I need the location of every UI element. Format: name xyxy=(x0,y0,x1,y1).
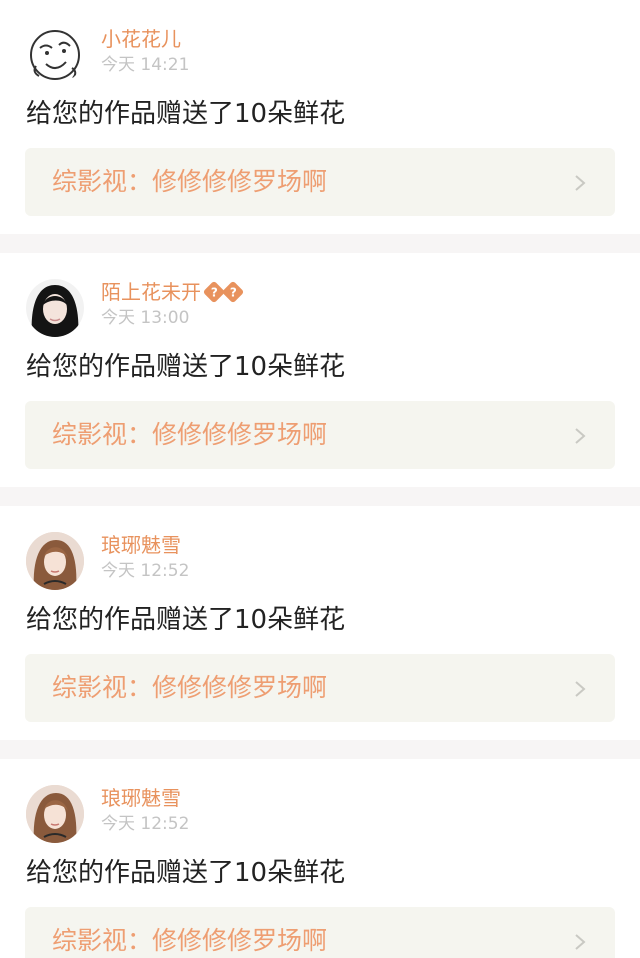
work-title[interactable]: 综影视： 修修修修罗场啊 xyxy=(52,670,327,706)
notification-header: 琅琊魅雪 今天 12:52 xyxy=(26,785,189,845)
work-link[interactable]: 综影视： 修修修修罗场啊 xyxy=(25,401,615,469)
diamond-badge-icon: ? xyxy=(221,280,245,304)
user-meta: 陌上花未开 ? ? 今天 13:00 xyxy=(101,279,245,329)
work-prefix: 综影视： xyxy=(52,420,153,449)
gift-message: 给您的作品赠送了10朵鲜花 xyxy=(26,605,346,635)
notification-card: 琅琊魅雪 今天 12:52 给您的作品赠送了10朵鲜花 综影视： 修修修修罗场啊 xyxy=(0,759,640,958)
work-prefix: 综影视： xyxy=(52,926,153,955)
username-row[interactable]: 小花花儿 xyxy=(101,26,189,52)
username-row[interactable]: 陌上花未开 ? ? xyxy=(101,279,245,305)
username-row[interactable]: 琅琊魅雪 xyxy=(101,785,189,811)
avatar[interactable] xyxy=(26,26,84,84)
user-meta: 琅琊魅雪 今天 12:52 xyxy=(101,785,189,835)
timestamp: 今天 12:52 xyxy=(101,814,190,834)
notification-card: 陌上花未开 ? ? 今天 13:00 给您的作品赠送了10朵鲜花 综影视： 修修… xyxy=(0,253,640,487)
work-prefix: 综影视： xyxy=(52,167,153,196)
user-meta: 小花花儿 今天 14:21 xyxy=(101,26,189,76)
username[interactable]: 陌上花未开 xyxy=(101,279,201,305)
warm-portrait-icon xyxy=(26,532,84,590)
chevron-right-icon xyxy=(575,934,586,950)
username-row[interactable]: 琅琊魅雪 xyxy=(101,532,189,558)
avatar[interactable] xyxy=(26,279,84,337)
work-name: 修修修修罗场啊 xyxy=(152,167,328,196)
avatar[interactable] xyxy=(26,532,84,590)
notification-header: 陌上花未开 ? ? 今天 13:00 xyxy=(26,279,245,339)
username[interactable]: 琅琊魅雪 xyxy=(101,532,181,558)
gift-message: 给您的作品赠送了10朵鲜花 xyxy=(26,352,346,382)
gift-message: 给您的作品赠送了10朵鲜花 xyxy=(26,858,346,888)
work-name: 修修修修罗场啊 xyxy=(152,673,328,702)
gift-message: 给您的作品赠送了10朵鲜花 xyxy=(26,99,346,129)
work-link[interactable]: 综影视： 修修修修罗场啊 xyxy=(25,907,615,958)
work-name: 修修修修罗场啊 xyxy=(152,420,328,449)
warm-portrait-icon xyxy=(26,785,84,843)
separator xyxy=(0,234,640,253)
user-badges: ? ? xyxy=(202,280,245,304)
separator xyxy=(0,487,640,506)
work-title[interactable]: 综影视： 修修修修罗场啊 xyxy=(52,164,327,200)
work-title[interactable]: 综影视： 修修修修罗场啊 xyxy=(52,417,327,453)
timestamp: 今天 14:21 xyxy=(101,55,190,75)
user-meta: 琅琊魅雪 今天 12:52 xyxy=(101,532,189,582)
chevron-right-icon xyxy=(575,681,586,697)
chevron-right-icon xyxy=(575,175,586,191)
timestamp: 今天 12:52 xyxy=(101,561,190,581)
sketch-face-icon xyxy=(30,30,80,80)
chevron-right-icon xyxy=(575,428,586,444)
notification-header: 琅琊魅雪 今天 12:52 xyxy=(26,532,189,592)
work-link[interactable]: 综影视： 修修修修罗场啊 xyxy=(25,148,615,216)
separator xyxy=(0,740,640,759)
username[interactable]: 小花花儿 xyxy=(101,26,181,52)
notification-card: 小花花儿 今天 14:21 给您的作品赠送了10朵鲜花 综影视： 修修修修罗场啊 xyxy=(0,0,640,234)
dark-hair-portrait-icon xyxy=(26,279,84,337)
username[interactable]: 琅琊魅雪 xyxy=(101,785,181,811)
work-link[interactable]: 综影视： 修修修修罗场啊 xyxy=(25,654,615,722)
work-title[interactable]: 综影视： 修修修修罗场啊 xyxy=(52,923,327,958)
notification-header: 小花花儿 今天 14:21 xyxy=(26,26,189,86)
avatar[interactable] xyxy=(26,785,84,843)
work-prefix: 综影视： xyxy=(52,673,153,702)
timestamp: 今天 13:00 xyxy=(101,308,190,328)
work-name: 修修修修罗场啊 xyxy=(152,926,328,955)
notification-card: 琅琊魅雪 今天 12:52 给您的作品赠送了10朵鲜花 综影视： 修修修修罗场啊 xyxy=(0,506,640,740)
gift-notification-feed[interactable]: 小花花儿 今天 14:21 给您的作品赠送了10朵鲜花 综影视： 修修修修罗场啊 xyxy=(0,0,640,958)
